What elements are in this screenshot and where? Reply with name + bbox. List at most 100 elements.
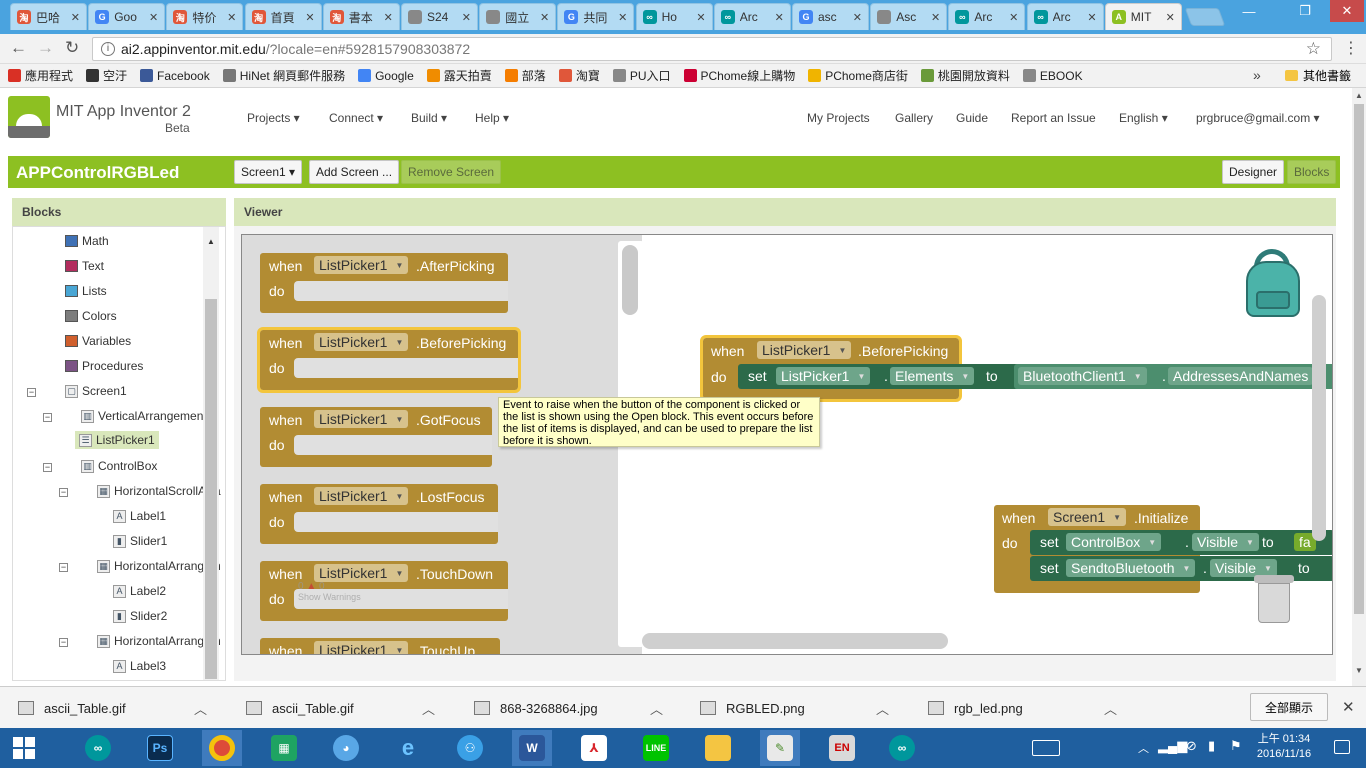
bookmark-item[interactable]: 露天拍賣 (426, 67, 492, 84)
taskbar-chrome-icon[interactable] (202, 730, 242, 766)
builtin-drawer-variables[interactable]: Variables (65, 334, 131, 348)
tab-close-icon[interactable]: ✕ (931, 11, 946, 24)
component-dropdown[interactable]: ListPicker1 ▼ (314, 564, 409, 582)
tab-close-icon[interactable]: ✕ (384, 11, 399, 24)
page-scroll-thumb[interactable] (1354, 104, 1364, 614)
forward-icon[interactable]: → (37, 38, 54, 58)
ws1-value-component-dropdown[interactable]: BluetoothClient1 ▼ (1018, 367, 1147, 385)
page-scrollbar[interactable]: ▲ ▼ (1352, 88, 1366, 686)
tab-close-icon[interactable]: ✕ (1009, 11, 1024, 24)
browser-tab[interactable]: ∞ Ho ✕ (635, 3, 713, 30)
url-input[interactable]: i ai2.appinventor.mit.edu/?locale=en#592… (92, 37, 1332, 61)
backpack-icon[interactable] (1242, 249, 1306, 319)
app-logo-icon[interactable] (8, 96, 50, 138)
nav-report-issue[interactable]: Report an Issue (1011, 111, 1096, 125)
nav-projects[interactable]: Projects ▾ (247, 111, 300, 125)
nav-language[interactable]: English ▾ (1119, 111, 1168, 125)
taskbar-line-icon[interactable]: LINE (636, 730, 676, 766)
browser-tab[interactable]: 淘書本 ✕ (322, 3, 400, 30)
tree-collapse-icon[interactable]: − (43, 413, 52, 422)
download-item[interactable]: rgb_led.png ︿ (928, 695, 1117, 721)
tab-close-icon[interactable]: ✕ (618, 11, 633, 24)
warning-indicator[interactable]: 0 ▲ 0 Show Warnings (298, 581, 388, 609)
taskbar-ie-icon[interactable]: e (388, 730, 428, 766)
browser-tab[interactable]: 淘首頁 ✕ (244, 3, 322, 30)
tree-item[interactable]: ☰ ListPicker1 (75, 431, 159, 449)
page-scroll-up-icon[interactable]: ▲ (1355, 91, 1363, 100)
tree-item[interactable]: A Label3 (113, 659, 166, 673)
tray-up-icon[interactable]: ︿ (1138, 740, 1149, 756)
nav-help[interactable]: Help ▾ (475, 111, 509, 125)
keyboard-icon[interactable] (1032, 740, 1060, 756)
ws2-set1-property-dropdown[interactable]: Visible ▼ (1192, 533, 1259, 551)
bookmarks-overflow-icon[interactable]: » (1253, 67, 1261, 83)
page-scroll-down-icon[interactable]: ▼ (1355, 666, 1363, 675)
component-dropdown[interactable]: ListPicker1 ▼ (314, 410, 409, 428)
bookmark-item[interactable]: 空汙 (86, 67, 127, 84)
browser-tab[interactable]: 淘巴哈 ✕ (10, 3, 87, 30)
blocks-scroll-thumb[interactable] (205, 299, 217, 679)
chevron-up-icon[interactable]: ︿ (422, 699, 435, 718)
download-item[interactable]: 868-3268864.jpg ︿ (474, 695, 663, 721)
browser-tab[interactable]: G 共同 ✕ (557, 3, 635, 30)
designer-button[interactable]: Designer (1222, 160, 1285, 184)
download-item[interactable]: ascii_Table.gif ︿ (18, 695, 207, 721)
info-icon[interactable]: i (101, 42, 115, 56)
bookmark-star-icon[interactable]: ☆ (1306, 39, 1321, 59)
clock[interactable]: 上午 01:34 2016/11/16 (1254, 732, 1314, 762)
taskbar-arduino-icon[interactable]: ∞ (78, 730, 118, 766)
maximize-icon[interactable]: ❐ (1288, 0, 1322, 22)
flag-icon[interactable]: ⚑ (1230, 738, 1242, 754)
tab-close-icon[interactable]: ✕ (462, 11, 477, 24)
chevron-up-icon[interactable]: ︿ (1104, 699, 1117, 718)
notifications-icon[interactable] (1334, 740, 1350, 754)
tree-item[interactable]: A Label1 (113, 509, 166, 523)
browser-tab[interactable]: G Goo ✕ (88, 3, 166, 30)
bookmark-item[interactable]: PU入口 (612, 67, 671, 84)
browser-tab[interactable]: ∞ Arc ✕ (713, 3, 791, 30)
back-icon[interactable]: ← (10, 38, 27, 58)
ws2-component-dropdown[interactable]: Screen1 ▼ (1048, 508, 1127, 526)
builtin-drawer-procedures[interactable]: Procedures (65, 359, 143, 373)
tab-close-icon[interactable]: ✕ (853, 11, 868, 24)
tab-close-icon[interactable]: ✕ (1166, 11, 1181, 24)
bookmark-item[interactable]: 淘寶 (558, 67, 600, 84)
screen-select[interactable]: Screen1 ▾ (234, 160, 303, 184)
nav-guide[interactable]: Guide (956, 111, 988, 125)
browser-tab[interactable]: A MIT ✕ (1104, 3, 1182, 30)
ws1-set-block[interactable]: set ListPicker1 ▼ . Elements ▼ to (738, 364, 1024, 389)
chevron-up-icon[interactable]: ︿ (876, 699, 889, 718)
workspace-vscroll-thumb[interactable] (1312, 295, 1326, 541)
builtin-drawer-lists[interactable]: Lists (65, 284, 107, 298)
browser-tab[interactable]: S24 ✕ (401, 3, 478, 30)
nav-my-projects[interactable]: My Projects (807, 111, 870, 125)
flyout-event-block[interactable]: whenListPicker1▼.TouchUpdo (260, 638, 500, 654)
tab-close-icon[interactable]: ✕ (149, 11, 164, 24)
taskbar-en-icon[interactable]: EN (822, 730, 862, 766)
builtin-drawer-text[interactable]: Text (65, 259, 104, 273)
tab-close-icon[interactable]: ✕ (696, 11, 711, 24)
chevron-up-icon[interactable]: ︿ (650, 699, 663, 718)
ws1-value-property-dropdown[interactable]: AddressesAndNames (1168, 367, 1314, 385)
bookmark-item[interactable]: 部落 (504, 67, 546, 84)
bookmark-item[interactable]: 應用程式 (8, 67, 73, 84)
windows-start-icon[interactable] (4, 730, 44, 766)
taskbar-arduino2-icon[interactable]: ∞ (882, 730, 922, 766)
tree-item[interactable]: ▢ Screen1 (65, 384, 127, 398)
bookmark-item[interactable]: HiNet 網頁郵件服務 (222, 67, 345, 84)
ws1-set-component-dropdown[interactable]: ListPicker1 ▼ (776, 367, 871, 385)
tab-close-icon[interactable]: ✕ (71, 11, 86, 24)
nav-build[interactable]: Build ▾ (411, 111, 447, 125)
blocks-panel-scrollbar[interactable]: ▲ (203, 227, 219, 680)
component-dropdown[interactable]: ListPicker1 ▼ (314, 487, 409, 505)
close-downloads-icon[interactable]: ✕ (1342, 698, 1355, 716)
taskbar-network-icon[interactable]: ⚇ (450, 730, 490, 766)
download-item[interactable]: RGBLED.png ︿ (700, 695, 889, 721)
taskbar-explorer-icon[interactable] (698, 730, 738, 766)
other-bookmarks[interactable]: 其他書籤 (1285, 67, 1351, 84)
minimize-icon[interactable]: — (1232, 0, 1266, 22)
tab-close-icon[interactable]: ✕ (1087, 11, 1102, 24)
component-dropdown[interactable]: ListPicker1 ▼ (314, 256, 409, 274)
bookmark-item[interactable]: 桃園開放資料 (920, 67, 1010, 84)
ws2-set2-component-dropdown[interactable]: SendtoBluetooth ▼ (1066, 559, 1196, 577)
